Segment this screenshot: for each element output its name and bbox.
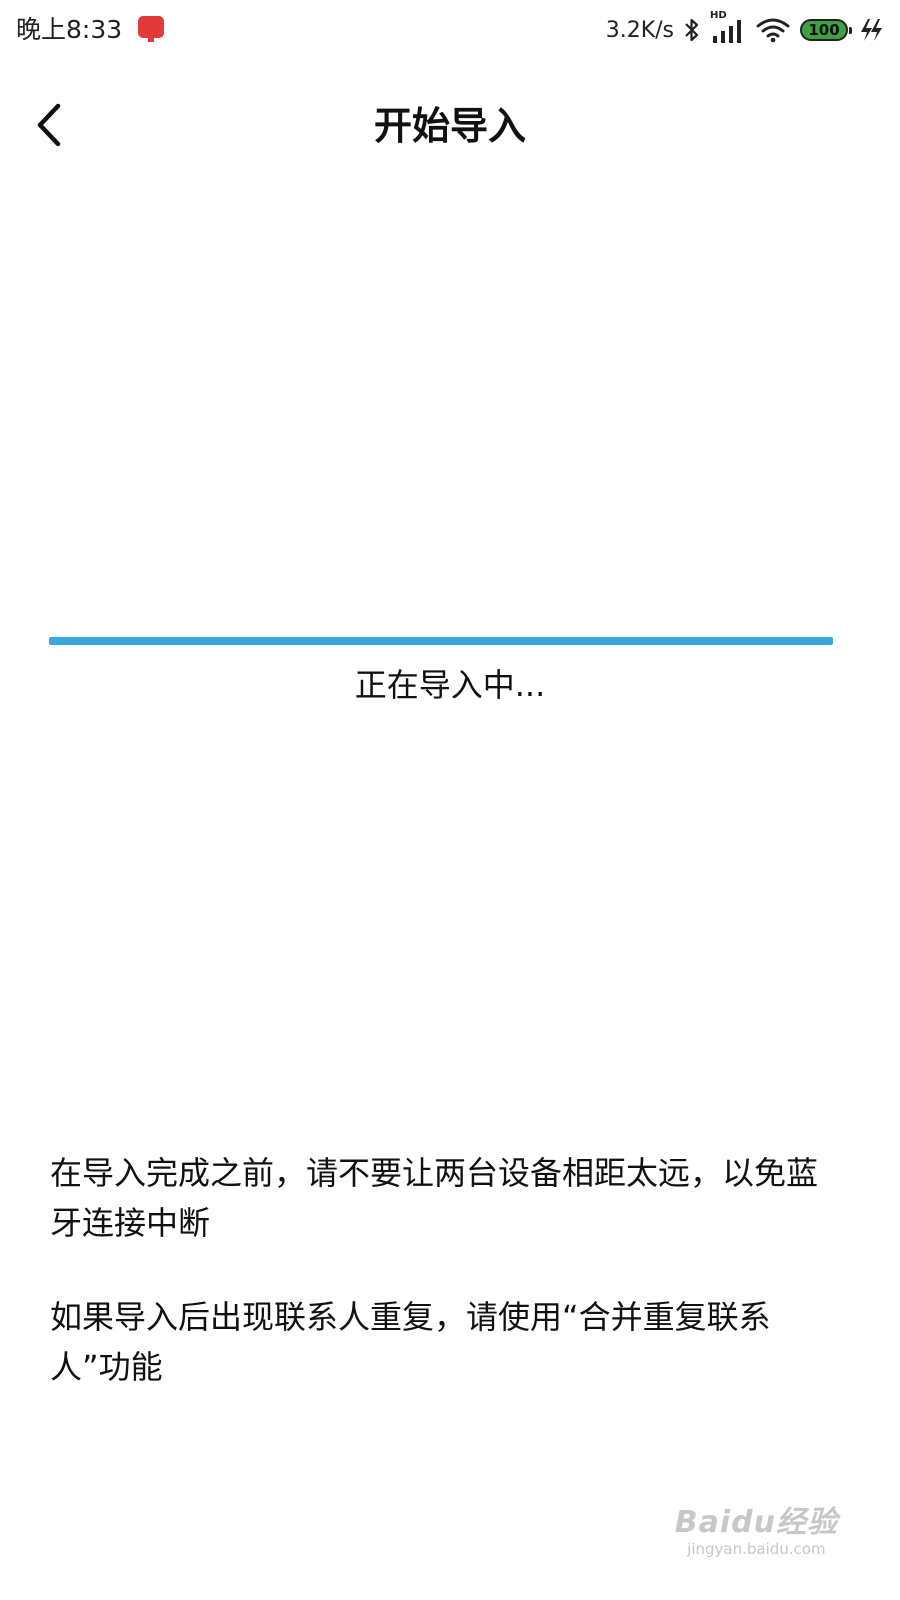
app-notification-icon [138,16,164,42]
cellular-signal-icon: HD [710,10,746,44]
page-title: 开始导入 [373,104,526,148]
charging-icon [858,17,884,43]
signal-hd-label: HD [710,10,727,21]
status-bar: 晚上8:33 3.2K/s HD 100 [0,0,900,62]
status-time: 晚上8:33 [16,15,123,44]
import-progress-bar [49,637,833,645]
network-speed: 3.2K/s [605,17,674,43]
import-notes: 在导入完成之前，请不要让两台设备相距太远，以免蓝牙连接中断 如果导入后出现联系人… [50,1148,840,1436]
battery-level: 100 [808,21,840,39]
baidu-watermark: Baidu经验 jingyan.baidu.com [674,1505,838,1559]
header: 开始导入 [0,80,900,170]
wifi-icon [756,17,790,43]
progress-fill [49,637,833,645]
progress-status-text: 正在导入中... [354,666,546,704]
watermark-url: jingyan.baidu.com [687,1540,826,1558]
note-merge-duplicates: 如果导入后出现联系人重复，请使用“合并重复联系人”功能 [50,1298,771,1386]
note-keep-devices-close: 在导入完成之前，请不要让两台设备相距太远，以免蓝牙连接中断 [50,1154,819,1242]
watermark-logo: Baidu经验 [674,1505,838,1540]
battery-icon: 100 [800,19,852,41]
bluetooth-icon [684,17,700,43]
status-indicators: 3.2K/s HD 100 [605,10,884,46]
